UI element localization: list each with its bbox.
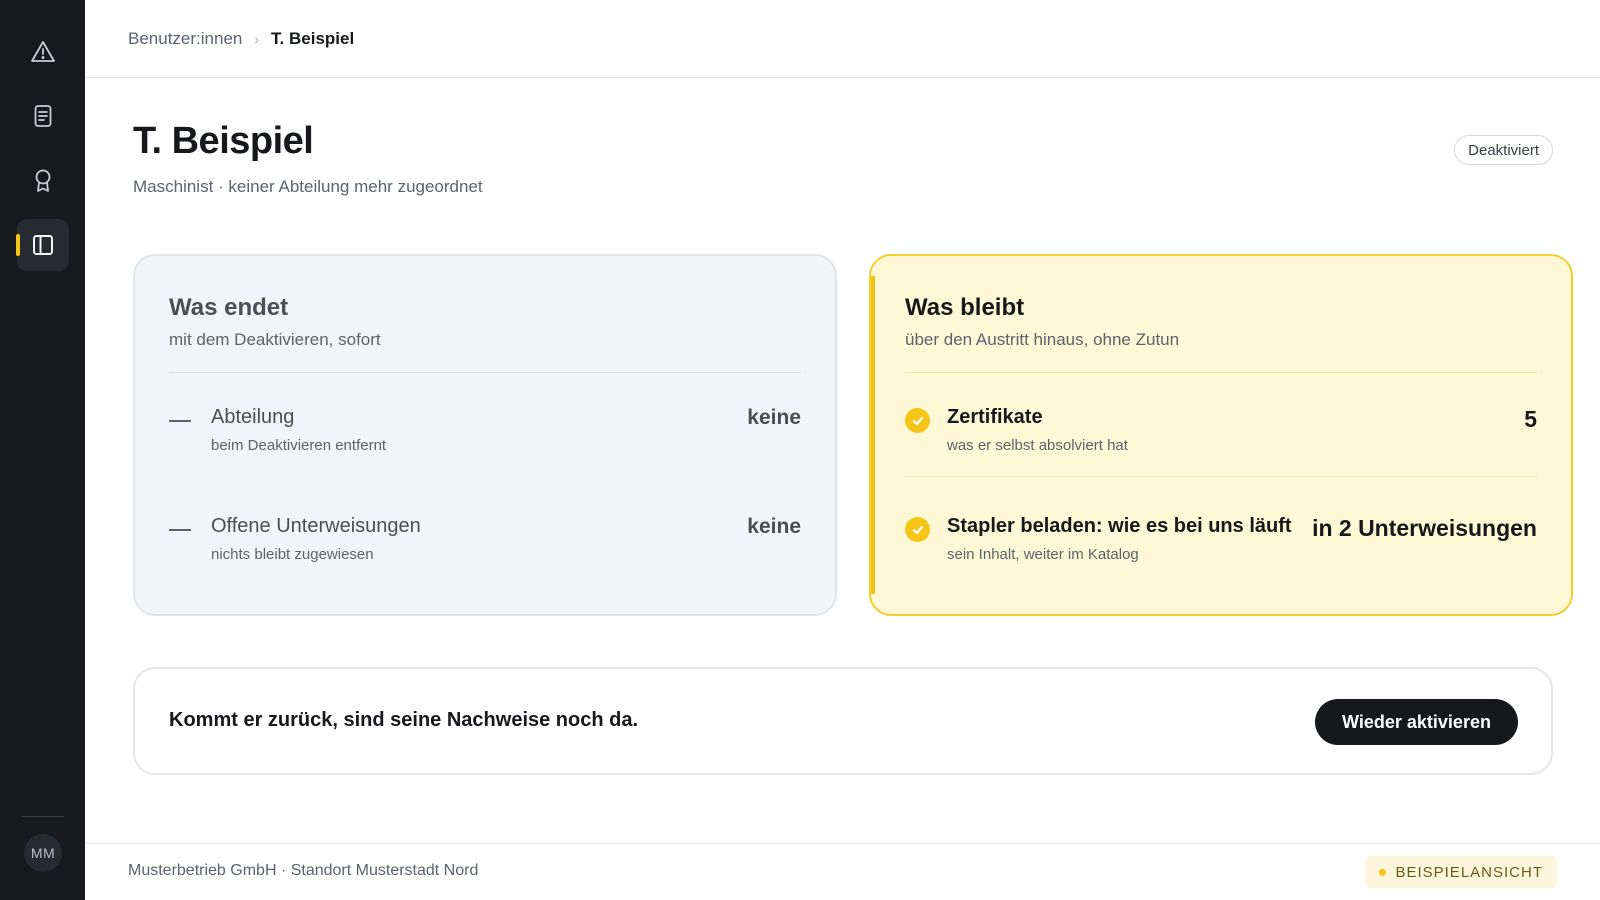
dash-icon bbox=[169, 420, 191, 422]
demo-badge: BEISPIELANSICHT bbox=[1365, 856, 1557, 888]
item-value: keine bbox=[747, 515, 801, 538]
item-label: Abteilung bbox=[211, 406, 295, 428]
row-divider bbox=[905, 476, 1537, 477]
avatar[interactable]: MM bbox=[24, 834, 62, 872]
list-item: Offene Unterweisungen nichts bleibt zuge… bbox=[169, 515, 801, 595]
item-value: keine bbox=[747, 406, 801, 429]
reactivation-callout: Kommt er zurück, sind seine Nachweise no… bbox=[133, 667, 1553, 775]
page-subtitle: Maschinist · keiner Abteilung mehr zugeo… bbox=[133, 177, 483, 196]
status-badge: Deaktiviert bbox=[1454, 135, 1553, 165]
footer: Musterbetrieb GmbH · Standort Musterstad… bbox=[85, 843, 1600, 900]
list-item: Abteilung beim Deaktivieren entfernt kei… bbox=[169, 406, 801, 486]
item-label: Zertifikate bbox=[947, 406, 1043, 428]
stays-card: Was bleibt über den Austritt hinaus, ohn… bbox=[869, 254, 1573, 616]
list-item: Stapler beladen: wie es bei uns läuft se… bbox=[905, 515, 1537, 595]
page-title: T. Beispiel bbox=[133, 120, 314, 162]
list-item: Zertifikate was er selbst absolviert hat… bbox=[905, 406, 1537, 486]
item-label: Stapler beladen: wie es bei uns läuft bbox=[947, 515, 1292, 537]
sidebar: MM bbox=[0, 0, 85, 900]
breadcrumb: Benutzer:innen › T. Beispiel bbox=[85, 0, 1600, 78]
nav-item-panel[interactable] bbox=[17, 219, 69, 271]
check-circle-icon bbox=[905, 408, 930, 433]
reactivate-button[interactable]: Wieder aktivieren bbox=[1315, 699, 1518, 745]
ends-card: Was endet mit dem Deaktivieren, sofort A… bbox=[133, 254, 837, 616]
item-value: 5 bbox=[1524, 406, 1537, 432]
active-indicator bbox=[16, 234, 20, 256]
award-icon bbox=[35, 169, 51, 192]
warning-icon bbox=[31, 41, 55, 62]
ends-card-title: Was endet bbox=[169, 294, 289, 321]
nav-item-warnings[interactable] bbox=[17, 26, 69, 78]
dash-icon bbox=[169, 529, 191, 531]
check-circle-icon bbox=[905, 517, 930, 542]
card-divider bbox=[905, 372, 1537, 373]
item-hint: was er selbst absolviert hat bbox=[947, 437, 1128, 454]
item-hint: sein Inhalt, weiter im Katalog bbox=[947, 546, 1139, 563]
sidebar-panel-icon bbox=[33, 235, 53, 255]
item-value: in 2 Unterweisungen bbox=[1312, 515, 1537, 541]
sidebar-divider bbox=[21, 816, 64, 817]
nav-item-certificates[interactable] bbox=[17, 154, 69, 206]
breadcrumb-users-link[interactable]: Benutzer:innen bbox=[128, 29, 242, 49]
dot-icon bbox=[1379, 868, 1387, 876]
item-hint: beim Deaktivieren entfernt bbox=[211, 437, 387, 454]
item-label: Offene Unterweisungen bbox=[211, 515, 421, 537]
ends-card-subtitle: mit dem Deaktivieren, sofort bbox=[169, 330, 381, 349]
item-hint: nichts bleibt zugewiesen bbox=[211, 546, 374, 563]
nav-item-documents[interactable] bbox=[17, 90, 69, 142]
footer-org-text: Musterbetrieb GmbH · Standort Musterstad… bbox=[128, 862, 479, 879]
breadcrumb-current: T. Beispiel bbox=[271, 28, 355, 48]
document-icon bbox=[34, 105, 52, 127]
demo-badge-label: BEISPIELANSICHT bbox=[1395, 863, 1543, 881]
chevron-right-icon: › bbox=[254, 30, 260, 47]
callout-text: Kommt er zurück, sind seine Nachweise no… bbox=[169, 709, 639, 731]
stays-card-subtitle: über den Austritt hinaus, ohne Zutun bbox=[905, 330, 1180, 349]
stays-card-title: Was bleibt bbox=[905, 294, 1025, 321]
card-divider bbox=[169, 372, 801, 373]
